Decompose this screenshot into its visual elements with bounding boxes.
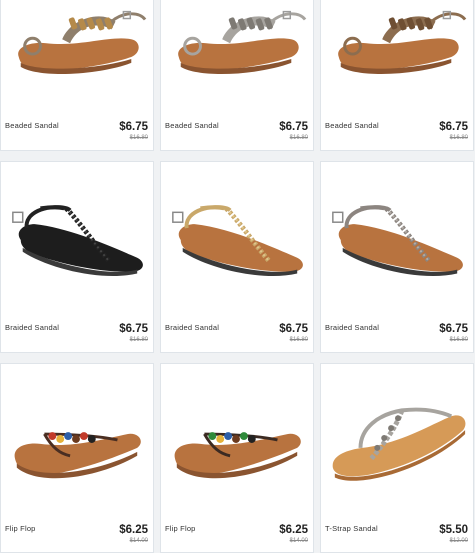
original-price: $16.80 — [129, 337, 148, 343]
original-price: $16.80 — [449, 135, 468, 141]
product-image[interactable] — [1, 162, 153, 312]
product-card[interactable]: Beaded Sandal $6.75 $16.80 — [320, 0, 474, 151]
original-price: $12.00 — [449, 538, 468, 544]
original-price: $14.00 — [289, 538, 308, 544]
product-card[interactable]: Braided Sandal $6.75 $16.80 — [160, 161, 314, 353]
product-image[interactable] — [161, 162, 313, 312]
sale-price: $5.50 — [439, 524, 468, 536]
sandal-image — [18, 10, 147, 75]
product-name[interactable]: Flip Flop — [5, 524, 36, 533]
sale-price: $6.75 — [119, 323, 148, 335]
product-image[interactable] — [161, 364, 313, 514]
original-price: $14.00 — [129, 538, 148, 544]
product-name[interactable]: Beaded Sandal — [5, 121, 59, 130]
original-price: $16.80 — [289, 337, 308, 343]
sale-price: $6.75 — [439, 121, 468, 133]
original-price: $16.80 — [449, 337, 468, 343]
product-card[interactable]: Beaded Sandal $6.75 $16.80 — [160, 0, 314, 151]
product-name[interactable]: Beaded Sandal — [165, 121, 219, 130]
sale-price: $6.75 — [119, 121, 148, 133]
sandal-image — [174, 432, 301, 479]
product-card[interactable]: Braided Sandal $6.75 $16.80 — [320, 161, 474, 353]
product-grid: Beaded Sandal $6.75 $16.80 Beaded Sandal… — [0, 0, 475, 553]
sandal-image — [338, 10, 467, 75]
sale-price: $6.25 — [119, 524, 148, 536]
sandal-image — [332, 205, 463, 277]
product-card[interactable]: Beaded Sandal $6.75 $16.80 — [0, 0, 154, 151]
product-image[interactable] — [161, 0, 313, 117]
product-card[interactable]: Flip Flop $6.25 $14.00 — [160, 363, 314, 553]
product-card[interactable]: T-Strap Sandal $5.50 $12.00 — [320, 363, 474, 553]
original-price: $16.80 — [289, 135, 308, 141]
product-image[interactable] — [321, 0, 473, 117]
sale-price: $6.25 — [279, 524, 308, 536]
product-name[interactable]: Braided Sandal — [325, 323, 379, 332]
original-price: $16.80 — [129, 135, 148, 141]
product-name[interactable]: Braided Sandal — [165, 323, 219, 332]
product-image[interactable] — [321, 364, 473, 514]
sandal-image — [178, 10, 307, 75]
product-name[interactable]: Beaded Sandal — [325, 121, 379, 130]
product-image[interactable] — [1, 364, 153, 514]
sandal-image — [172, 205, 303, 277]
sale-price: $6.75 — [439, 323, 468, 335]
sale-price: $6.75 — [279, 121, 308, 133]
sandal-image — [14, 432, 141, 479]
sale-price: $6.75 — [279, 323, 308, 335]
product-image[interactable] — [321, 162, 473, 312]
sandal-image — [12, 205, 143, 277]
product-name[interactable]: Braided Sandal — [5, 323, 59, 332]
product-image[interactable] — [1, 0, 153, 117]
product-name[interactable]: Flip Flop — [165, 524, 196, 533]
product-card[interactable]: Flip Flop $6.25 $14.00 — [0, 363, 154, 553]
sandal-image — [332, 407, 466, 481]
product-name[interactable]: T-Strap Sandal — [325, 524, 378, 533]
product-card[interactable]: Braided Sandal $6.75 $16.80 — [0, 161, 154, 353]
